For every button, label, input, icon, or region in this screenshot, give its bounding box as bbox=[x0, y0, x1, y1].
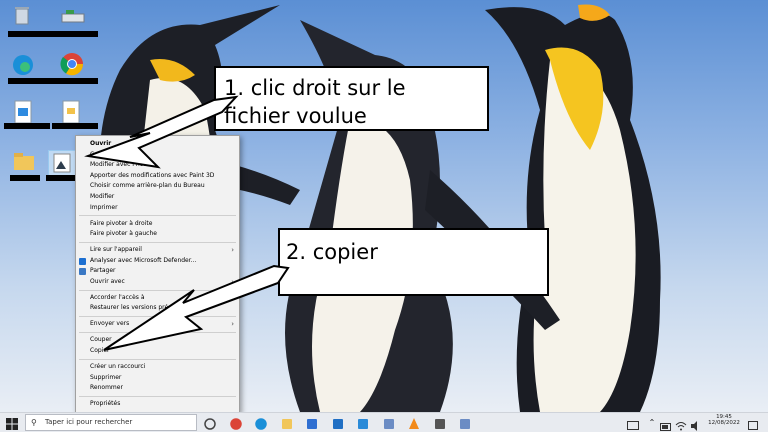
selected-image-file-icon[interactable] bbox=[48, 150, 76, 176]
menu-item-label: Analyser avec Microsoft Defender... bbox=[90, 256, 197, 264]
defender-icon bbox=[79, 257, 86, 265]
menu-item-label: Ouvrir bbox=[90, 140, 112, 147]
menu-separator bbox=[79, 241, 236, 243]
menu-item[interactable]: Faire pivoter à droite bbox=[76, 219, 239, 230]
menu-item[interactable]: Supprimer bbox=[76, 373, 239, 384]
callout-step-1-line-2: fichier voulue bbox=[224, 104, 367, 128]
app-icon[interactable] bbox=[382, 416, 396, 430]
menu-item-label: Supprimer bbox=[90, 373, 122, 381]
callout-step-1-line-1: 1. clic droit sur le bbox=[224, 76, 406, 100]
menu-item-label: Apporter des modifications avec Paint 3D bbox=[90, 171, 215, 179]
clock[interactable]: 19:45 12/08/2022 bbox=[704, 414, 744, 426]
menu-item[interactable]: Créer une vidéo bbox=[76, 150, 239, 161]
redacted-label bbox=[4, 123, 50, 129]
search-placeholder: Taper ici pour rechercher bbox=[45, 418, 133, 426]
menu-item-label: Accorder l'accès à bbox=[90, 293, 145, 301]
vlc-icon[interactable] bbox=[407, 416, 421, 430]
taskbar-search-box[interactable]: ⚲ Taper ici pour rechercher bbox=[25, 414, 197, 431]
recycle-bin-icon[interactable] bbox=[12, 4, 42, 32]
menu-item[interactable]: Faire pivoter à gauche bbox=[76, 229, 239, 240]
menu-item[interactable]: Apporter des modifications avec Paint 3D bbox=[76, 171, 239, 182]
menu-item[interactable]: Restaurer les versions précédentes bbox=[76, 303, 239, 314]
file-explorer-icon[interactable] bbox=[280, 416, 294, 430]
menu-item[interactable]: Ouvrir avec › bbox=[76, 277, 239, 288]
menu-item-label: Imprimer bbox=[90, 203, 118, 211]
menu-item[interactable]: Imprimer bbox=[76, 203, 239, 214]
edge-icon[interactable] bbox=[254, 416, 268, 430]
menu-item-label: Lire sur l'appareil bbox=[90, 246, 142, 254]
chrome-icon[interactable] bbox=[229, 416, 243, 430]
chevron-right-icon: › bbox=[231, 293, 234, 302]
menu-item-label: Choisir comme arrière-plan du Bureau bbox=[90, 182, 205, 190]
menu-separator bbox=[79, 395, 236, 397]
menu-item-label: Renommer bbox=[90, 384, 123, 392]
menu-item[interactable]: Copier bbox=[76, 346, 239, 357]
menu-item[interactable]: Ouvrir bbox=[76, 139, 239, 150]
callout-step-2: 2. copier bbox=[278, 228, 549, 296]
menu-item[interactable]: Modifier bbox=[76, 192, 239, 203]
notifications-icon[interactable] bbox=[748, 416, 762, 430]
chrome-icon[interactable] bbox=[60, 52, 90, 80]
app-icon[interactable] bbox=[458, 416, 472, 430]
redacted-label bbox=[10, 175, 40, 181]
store-icon[interactable] bbox=[305, 416, 319, 430]
wifi-icon[interactable] bbox=[675, 416, 689, 431]
redacted-label bbox=[8, 31, 98, 37]
windows-start-icon[interactable] bbox=[5, 416, 19, 430]
menu-item-label: Partager bbox=[90, 267, 116, 275]
chevron-right-icon: › bbox=[231, 277, 234, 286]
chevron-right-icon: › bbox=[231, 320, 234, 329]
menu-item-label: Propriétés bbox=[90, 400, 121, 408]
taskbar: ⚲ Taper ici pour rechercher ⌃ 19:45 12/0… bbox=[0, 412, 768, 432]
menu-separator bbox=[79, 316, 236, 318]
chevron-right-icon: › bbox=[231, 246, 234, 255]
menu-item-label: Faire pivoter à gauche bbox=[90, 230, 157, 238]
office-l-icon[interactable] bbox=[356, 416, 370, 430]
search-icon: ⚲ bbox=[31, 418, 37, 427]
mail-icon[interactable] bbox=[331, 416, 345, 430]
context-menu: Ouvrir Créer une vidéo Modifier avec Photo… bbox=[75, 135, 240, 412]
menu-item-label: Créer un raccourci bbox=[90, 362, 146, 370]
callout-step-1: 1. clic droit sur le fichier voulue bbox=[214, 66, 489, 131]
menu-item[interactable]: Couper bbox=[76, 335, 239, 346]
battery-icon[interactable] bbox=[660, 416, 674, 431]
menu-item[interactable]: Propriétés bbox=[76, 399, 239, 410]
volume-icon[interactable] bbox=[690, 416, 704, 431]
menu-item[interactable]: Renommer bbox=[76, 383, 239, 394]
menu-item[interactable]: Lire sur l'appareil › bbox=[76, 245, 239, 256]
task-view-icon[interactable] bbox=[203, 416, 217, 430]
menu-separator bbox=[79, 289, 236, 291]
menu-item-label: Restaurer les versions précédentes bbox=[90, 304, 196, 312]
desktop[interactable]: Ouvrir Créer une vidéo Modifier avec Photo… bbox=[0, 0, 768, 412]
keyboard-icon[interactable] bbox=[627, 416, 641, 430]
menu-item[interactable]: Choisir comme arrière-plan du Bureau bbox=[76, 181, 239, 192]
menu-separator bbox=[79, 358, 236, 360]
share-icon bbox=[79, 268, 86, 276]
menu-item-label: Faire pivoter à droite bbox=[90, 219, 153, 227]
redacted-label bbox=[46, 175, 76, 181]
menu-item-label: Ouvrir avec bbox=[90, 277, 125, 285]
menu-item[interactable]: Créer un raccourci bbox=[76, 362, 239, 373]
settings-icon[interactable] bbox=[433, 416, 447, 430]
menu-item-label: Modifier avec Photos bbox=[90, 161, 153, 169]
redacted-label bbox=[8, 78, 98, 84]
callout-step-2-text: 2. copier bbox=[286, 240, 378, 264]
clock-date: 12/08/2022 bbox=[708, 420, 740, 426]
folder-icon[interactable] bbox=[12, 150, 42, 178]
menu-item[interactable]: Envoyer vers › bbox=[76, 319, 239, 330]
redacted-label bbox=[52, 123, 98, 129]
menu-item[interactable]: Accorder l'accès à › bbox=[76, 293, 239, 304]
menu-item[interactable]: Partager bbox=[76, 266, 239, 277]
menu-item[interactable]: Analyser avec Microsoft Defender... bbox=[76, 256, 239, 267]
menu-item[interactable]: Modifier avec Photos bbox=[76, 160, 239, 171]
menu-separator bbox=[79, 215, 236, 217]
menu-item-label: Créer une vidéo bbox=[90, 150, 138, 158]
menu-item-label: Copier bbox=[90, 346, 110, 354]
menu-separator bbox=[79, 332, 236, 334]
chevron-up-icon[interactable]: ⌃ bbox=[645, 416, 659, 430]
menu-item-label: Envoyer vers bbox=[90, 320, 130, 328]
menu-item-label: Modifier bbox=[90, 192, 115, 200]
menu-item-label: Couper bbox=[90, 336, 112, 344]
